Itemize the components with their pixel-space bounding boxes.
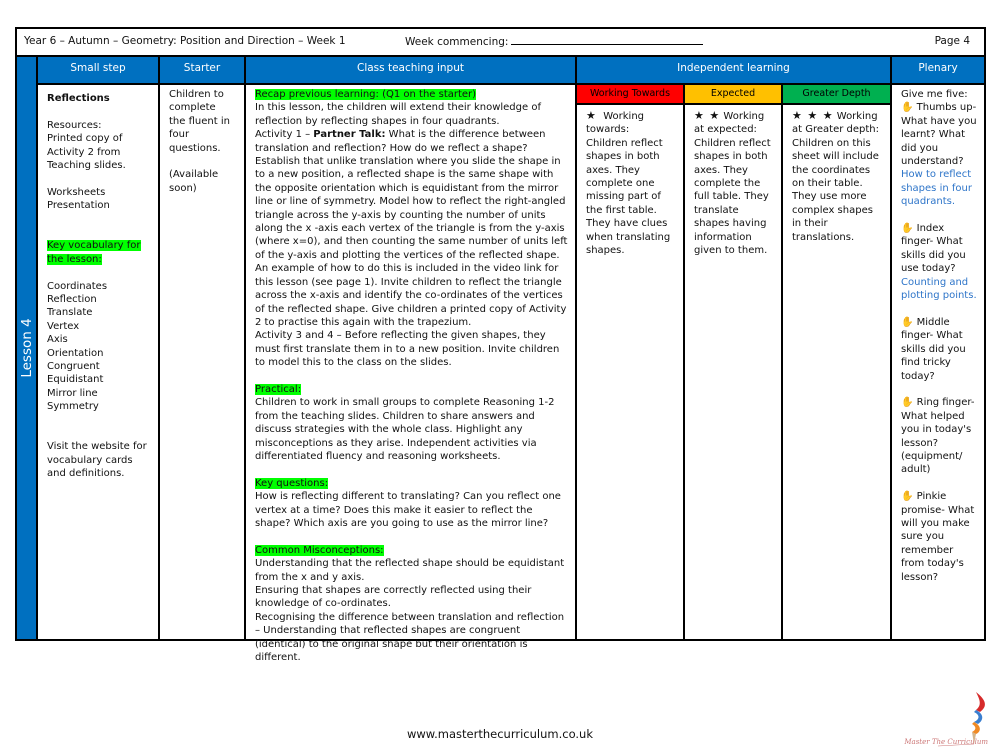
material-item: Presentation <box>47 200 110 212</box>
hand-icon: ✋ <box>901 316 914 328</box>
misconceptions-heading: Common Misconceptions: <box>255 544 384 556</box>
website-note: Visit the website for vocabulary cards a… <box>47 441 147 480</box>
header-class-teaching: Class teaching input <box>246 57 577 85</box>
vocab-item: Coordinates <box>47 280 108 292</box>
badge-greater-depth: Greater Depth <box>783 85 892 105</box>
resource-line: Activity 2 from <box>47 146 121 158</box>
hand-icon: ✋ <box>901 223 914 235</box>
small-step-title: Reflections <box>47 93 110 104</box>
plenary-prompt: Pinkie promise- What will you make sure … <box>901 491 975 583</box>
week-commencing-label: Week commencing: <box>405 36 509 48</box>
starter-note: (Available soon) <box>169 169 219 194</box>
resource-line: Printed copy of <box>47 133 123 145</box>
planning-sheet: Year 6 – Autumn – Geometry: Position and… <box>15 27 986 663</box>
starter-text: Children to complete the fluent in four … <box>169 89 230 154</box>
footer-url[interactable]: www.masterthecurriculum.co.uk <box>0 727 1000 741</box>
activity-3-4: Activity 3 and 4 – Before reflecting the… <box>255 330 560 369</box>
header-starter: Starter <box>160 57 246 85</box>
practical-text: Children to work in small groups to comp… <box>255 397 555 462</box>
misconception-item: Understanding that the reflected shape s… <box>255 558 565 583</box>
vocab-item: Congruent <box>47 361 100 373</box>
greater-depth-cell: ★ ★ ★ Working at Greater depth: Children… <box>783 105 892 639</box>
vocab-item: Vertex <box>47 320 80 332</box>
vocab-heading: the lesson: <box>47 253 102 265</box>
header-independent: Independent learning <box>577 57 892 85</box>
badge-expected: Expected <box>685 85 783 105</box>
plenary-answer: Counting and plotting points. <box>901 276 977 302</box>
group-text: Children reflect shapes in both axes. Th… <box>694 137 771 257</box>
hand-icon: ✋ <box>901 102 914 114</box>
vocab-item: Equidistant <box>47 374 104 386</box>
vocab-item: Translate <box>47 307 93 319</box>
vocab-item: Axis <box>47 334 68 346</box>
vocab-heading: Key vocabulary for <box>47 240 141 252</box>
star-icon: ★ ★ <box>694 109 721 122</box>
partner-talk-label: Partner Talk: <box>313 129 386 141</box>
header-plenary: Plenary <box>892 57 984 85</box>
star-icon: ★ ★ ★ <box>792 109 834 122</box>
plenary-intro: Give me five: <box>901 89 968 100</box>
group-text: Children reflect shapes in both axes. Th… <box>586 137 671 257</box>
group-text: Children on this sheet will include the … <box>792 137 879 243</box>
material-item: Worksheets <box>47 186 106 198</box>
activity-1-text: What is the difference between translati… <box>255 129 568 328</box>
recap-heading: Recap previous learning: (Q1 on the star… <box>255 89 477 100</box>
logo-text: Master The Curriculum <box>904 738 988 746</box>
activity-1: Activity 1 – Partner Talk: What is the d… <box>255 128 569 329</box>
vocab-item: Symmetry <box>47 401 99 413</box>
class-teaching-cell: Recap previous learning: (Q1 on the star… <box>246 85 577 663</box>
vocab-item: Orientation <box>47 347 104 359</box>
vocab-item: Mirror line <box>47 387 98 399</box>
lesson-label: Lesson 4 <box>18 318 35 378</box>
misconception-item: Recognising the difference between trans… <box>255 611 565 664</box>
misconception-item: Ensuring that shapes are correctly refle… <box>255 584 532 610</box>
week-commencing-field[interactable] <box>511 35 704 45</box>
star-icon: ★ <box>586 109 597 122</box>
working-towards-cell: ★ Working towards: Children reflect shap… <box>577 105 685 639</box>
starter-cell: Children to complete the fluent in four … <box>160 85 246 639</box>
hand-icon: ✋ <box>901 491 914 503</box>
vocabulary-list: Coordinates Reflection Translate Vertex … <box>47 280 149 414</box>
resources-label: Resources: <box>47 119 102 131</box>
resource-line: Teaching slides. <box>47 160 126 172</box>
lesson-sidebar: Lesson 4 <box>17 57 38 639</box>
top-bar: Year 6 – Autumn – Geometry: Position and… <box>17 29 984 57</box>
week-commencing: Week commencing: <box>405 35 704 48</box>
hand-icon: ✋ <box>901 397 914 409</box>
teaching-intro: In this lesson, the children will extend… <box>255 102 541 127</box>
badge-working-towards: Working Towards <box>577 85 685 105</box>
plenary-cell: Give me five: ✋ Thumbs up- What have you… <box>892 85 984 639</box>
plenary-prompt: Thumbs up- What have you learnt? What di… <box>901 102 977 168</box>
activity-1-prefix: Activity 1 – <box>255 129 314 141</box>
page-number: Page 4 <box>934 35 970 47</box>
practical-heading: Practical: <box>255 383 302 395</box>
small-step-cell: Reflections Resources: Printed copy of A… <box>38 85 160 639</box>
plenary-prompt: Ring finger- What helped you in today's … <box>901 397 975 476</box>
sheet-title: Year 6 – Autumn – Geometry: Position and… <box>24 35 346 47</box>
expected-cell: ★ ★ Working at expected: Children reflec… <box>685 105 783 639</box>
key-questions-heading: Key questions: <box>255 477 329 489</box>
plenary-answer: How to reflect shapes in four quadrants. <box>901 169 972 208</box>
vocab-item: Reflection <box>47 294 97 306</box>
header-small-step: Small step <box>38 57 160 85</box>
key-questions-text: How is reflecting different to translati… <box>255 491 561 529</box>
